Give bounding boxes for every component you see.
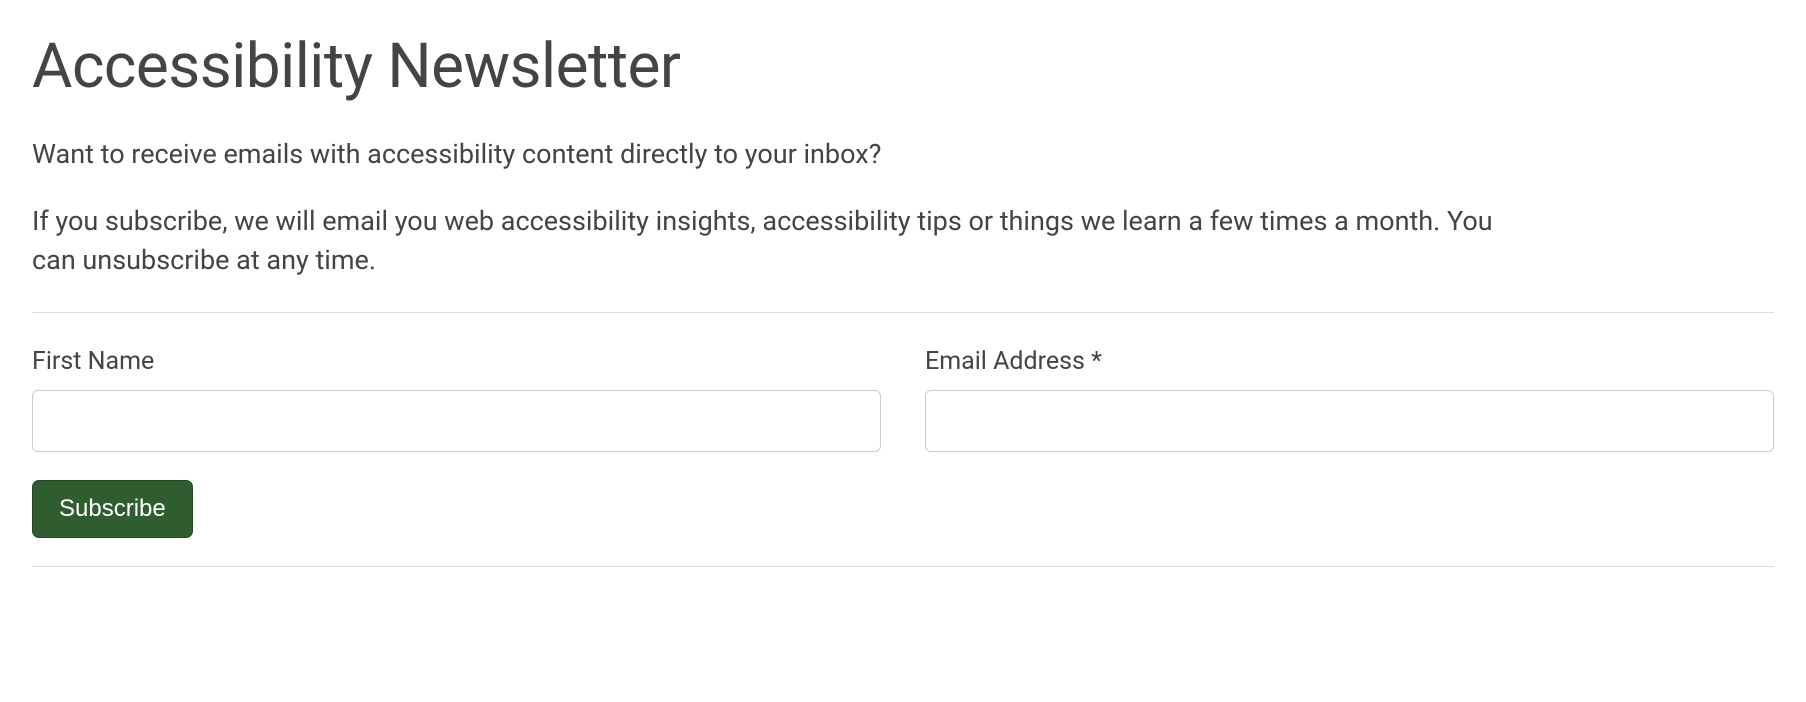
first-name-group: First Name [32, 347, 881, 452]
divider-top [32, 312, 1774, 313]
email-group: Email Address * [925, 347, 1774, 452]
first-name-input[interactable] [32, 390, 881, 452]
divider-bottom [32, 566, 1774, 567]
email-label: Email Address * [925, 347, 1774, 376]
page-title: Accessibility Newsletter [32, 30, 1774, 103]
subscribe-button[interactable]: Subscribe [32, 480, 193, 538]
email-input[interactable] [925, 390, 1774, 452]
intro-paragraph-2: If you subscribe, we will email you web … [32, 202, 1532, 280]
first-name-label: First Name [32, 347, 881, 376]
subscribe-form: First Name Email Address * Subscribe [32, 347, 1774, 538]
intro-section: Want to receive emails with accessibilit… [32, 135, 1774, 280]
intro-paragraph-1: Want to receive emails with accessibilit… [32, 135, 1532, 174]
